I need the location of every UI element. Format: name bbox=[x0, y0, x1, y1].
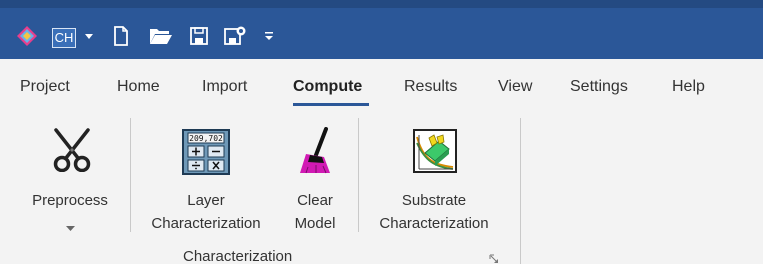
layer-characterization-button[interactable]: 209,702 Layer Characterization bbox=[142, 112, 270, 240]
profile-button-label: CH bbox=[54, 30, 74, 45]
layer-characterization-label-line1: Layer bbox=[187, 192, 225, 209]
calculator-display: 209,702 bbox=[189, 134, 223, 143]
profile-button[interactable]: CH bbox=[52, 28, 76, 48]
app-logo-icon bbox=[14, 22, 40, 50]
preprocess-dropdown-icon[interactable] bbox=[66, 219, 75, 237]
substrate-characterization-button[interactable]: Substrate Characterization bbox=[368, 112, 500, 240]
active-tab-indicator bbox=[293, 103, 369, 106]
ribbon-tabs: Project Home Import Compute Results View… bbox=[0, 73, 763, 103]
preprocess-label: Preprocess bbox=[32, 192, 108, 209]
characterization-group-label: Characterization bbox=[183, 248, 293, 264]
title-bar-top-strip bbox=[0, 0, 763, 8]
tab-import[interactable]: Import bbox=[202, 73, 247, 103]
tab-compute[interactable]: Compute bbox=[293, 73, 362, 103]
ribbon-group-separator bbox=[520, 118, 521, 264]
calculator-icon: 209,702 bbox=[182, 129, 230, 180]
layer-characterization-label-line2: Characterization bbox=[151, 215, 261, 232]
substrate-characterization-label-line2: Characterization bbox=[379, 215, 489, 232]
customize-quick-access-icon[interactable] bbox=[262, 22, 276, 50]
save-to-cloud-icon[interactable] bbox=[223, 22, 247, 50]
scissors-icon bbox=[52, 126, 92, 177]
substrate-chart-icon bbox=[413, 129, 457, 178]
title-bar: CH bbox=[0, 0, 763, 59]
clear-model-button[interactable]: Clear Model bbox=[280, 112, 350, 240]
substrate-characterization-label-line1: Substrate bbox=[401, 192, 467, 209]
clear-model-label-line2: Model bbox=[294, 215, 336, 232]
preprocess-button[interactable]: Preprocess bbox=[20, 112, 120, 242]
tab-project[interactable]: Project bbox=[20, 73, 70, 103]
ribbon-separator bbox=[130, 118, 131, 232]
ribbon-separator bbox=[358, 118, 359, 232]
tab-home[interactable]: Home bbox=[117, 73, 160, 103]
new-file-icon[interactable] bbox=[110, 22, 132, 50]
tab-settings[interactable]: Settings bbox=[570, 73, 628, 103]
tab-results[interactable]: Results bbox=[404, 73, 457, 103]
broom-icon bbox=[296, 127, 336, 180]
open-folder-icon[interactable] bbox=[148, 22, 174, 50]
save-icon[interactable] bbox=[188, 22, 210, 50]
dropdown-arrow-icon[interactable] bbox=[82, 22, 96, 50]
dialog-launcher-icon[interactable] bbox=[489, 251, 499, 264]
clear-model-label-line1: Clear bbox=[297, 192, 333, 209]
tab-view[interactable]: View bbox=[498, 73, 532, 103]
tab-help[interactable]: Help bbox=[672, 73, 705, 103]
